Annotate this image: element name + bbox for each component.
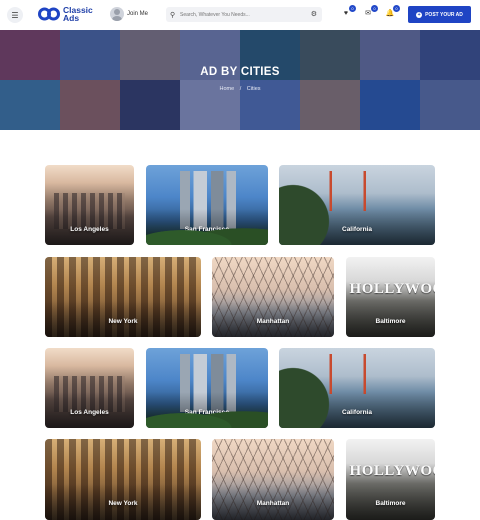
- notifications-button[interactable]: 🔔 0: [384, 5, 400, 20]
- search-bar: ⚲ ⚙: [166, 7, 322, 22]
- card-shade: [146, 209, 268, 245]
- city-name: Manhattan: [256, 500, 290, 507]
- notifications-badge: 0: [393, 5, 400, 12]
- city-name: Baltimore: [375, 318, 406, 325]
- avatar: [110, 7, 124, 21]
- favorites-button[interactable]: ♥ 0: [340, 5, 356, 20]
- logo-mark-icon: [38, 7, 60, 21]
- page-title: AD BY CITIES: [200, 66, 280, 78]
- logo-text: Classic Ads: [63, 6, 93, 23]
- messages-button[interactable]: ✉ 0: [362, 5, 378, 20]
- hero-banner: AD BY CITIES Home / Cities: [0, 30, 480, 130]
- city-card-california[interactable]: California: [279, 348, 435, 428]
- menu-button[interactable]: ☰: [7, 7, 23, 23]
- city-card-manhattan[interactable]: Manhattan: [212, 257, 334, 337]
- post-ad-button[interactable]: + POST YOUR AD: [408, 6, 471, 23]
- city-name: Los Angeles: [70, 226, 109, 233]
- city-card-california[interactable]: California: [279, 165, 435, 245]
- city-card-los-angeles[interactable]: Los Angeles: [45, 348, 134, 428]
- city-card-baltimore[interactable]: Baltimore: [346, 257, 435, 337]
- city-card-los-angeles[interactable]: Los Angeles: [45, 165, 134, 245]
- heart-icon: ♥: [343, 10, 349, 17]
- city-name: San Francisco: [184, 226, 230, 233]
- messages-badge: 0: [371, 5, 378, 12]
- city-name: New York: [108, 318, 138, 325]
- city-card-san-francisco[interactable]: San Francisco: [146, 348, 268, 428]
- search-icon[interactable]: ⚲: [170, 11, 180, 19]
- card-shade: [146, 392, 268, 428]
- city-name: California: [342, 409, 372, 416]
- city-card-baltimore[interactable]: Baltimore: [346, 439, 435, 520]
- city-name: Baltimore: [375, 500, 406, 507]
- site-header: ☰ Classic Ads Join Me ⚲ ⚙ ♥ 0 ✉ 0 🔔 0 + …: [0, 0, 480, 30]
- logo-line-2: Ads: [63, 13, 80, 23]
- city-name: Manhattan: [256, 318, 290, 325]
- hamburger-icon: ☰: [11, 10, 19, 20]
- bell-icon: 🔔: [385, 10, 395, 17]
- city-name: California: [342, 226, 372, 233]
- search-input[interactable]: [180, 11, 300, 18]
- filter-icon[interactable]: ⚙: [311, 10, 317, 18]
- breadcrumb-home[interactable]: Home: [219, 86, 234, 92]
- logo[interactable]: Classic Ads: [38, 6, 93, 22]
- hero-overlay: [0, 30, 480, 130]
- favorites-badge: 0: [349, 5, 356, 12]
- join-link[interactable]: Join Me: [110, 7, 148, 21]
- city-name: Los Angeles: [70, 409, 109, 416]
- mail-icon: ✉: [365, 10, 371, 17]
- city-card-san-francisco[interactable]: San Francisco: [146, 165, 268, 245]
- city-card-manhattan[interactable]: Manhattan: [212, 439, 334, 520]
- city-name: New York: [108, 500, 138, 507]
- post-ad-label: POST YOUR AD: [425, 11, 463, 18]
- city-name: San Francisco: [184, 409, 230, 416]
- breadcrumb-current: Cities: [246, 86, 261, 92]
- breadcrumb: Home / Cities: [0, 86, 480, 92]
- breadcrumb-separator: /: [239, 86, 242, 92]
- city-card-new-york[interactable]: New York: [45, 257, 201, 337]
- plus-circle-icon: +: [416, 11, 423, 18]
- join-label: Join Me: [127, 11, 149, 17]
- city-card-new-york[interactable]: New York: [45, 439, 201, 520]
